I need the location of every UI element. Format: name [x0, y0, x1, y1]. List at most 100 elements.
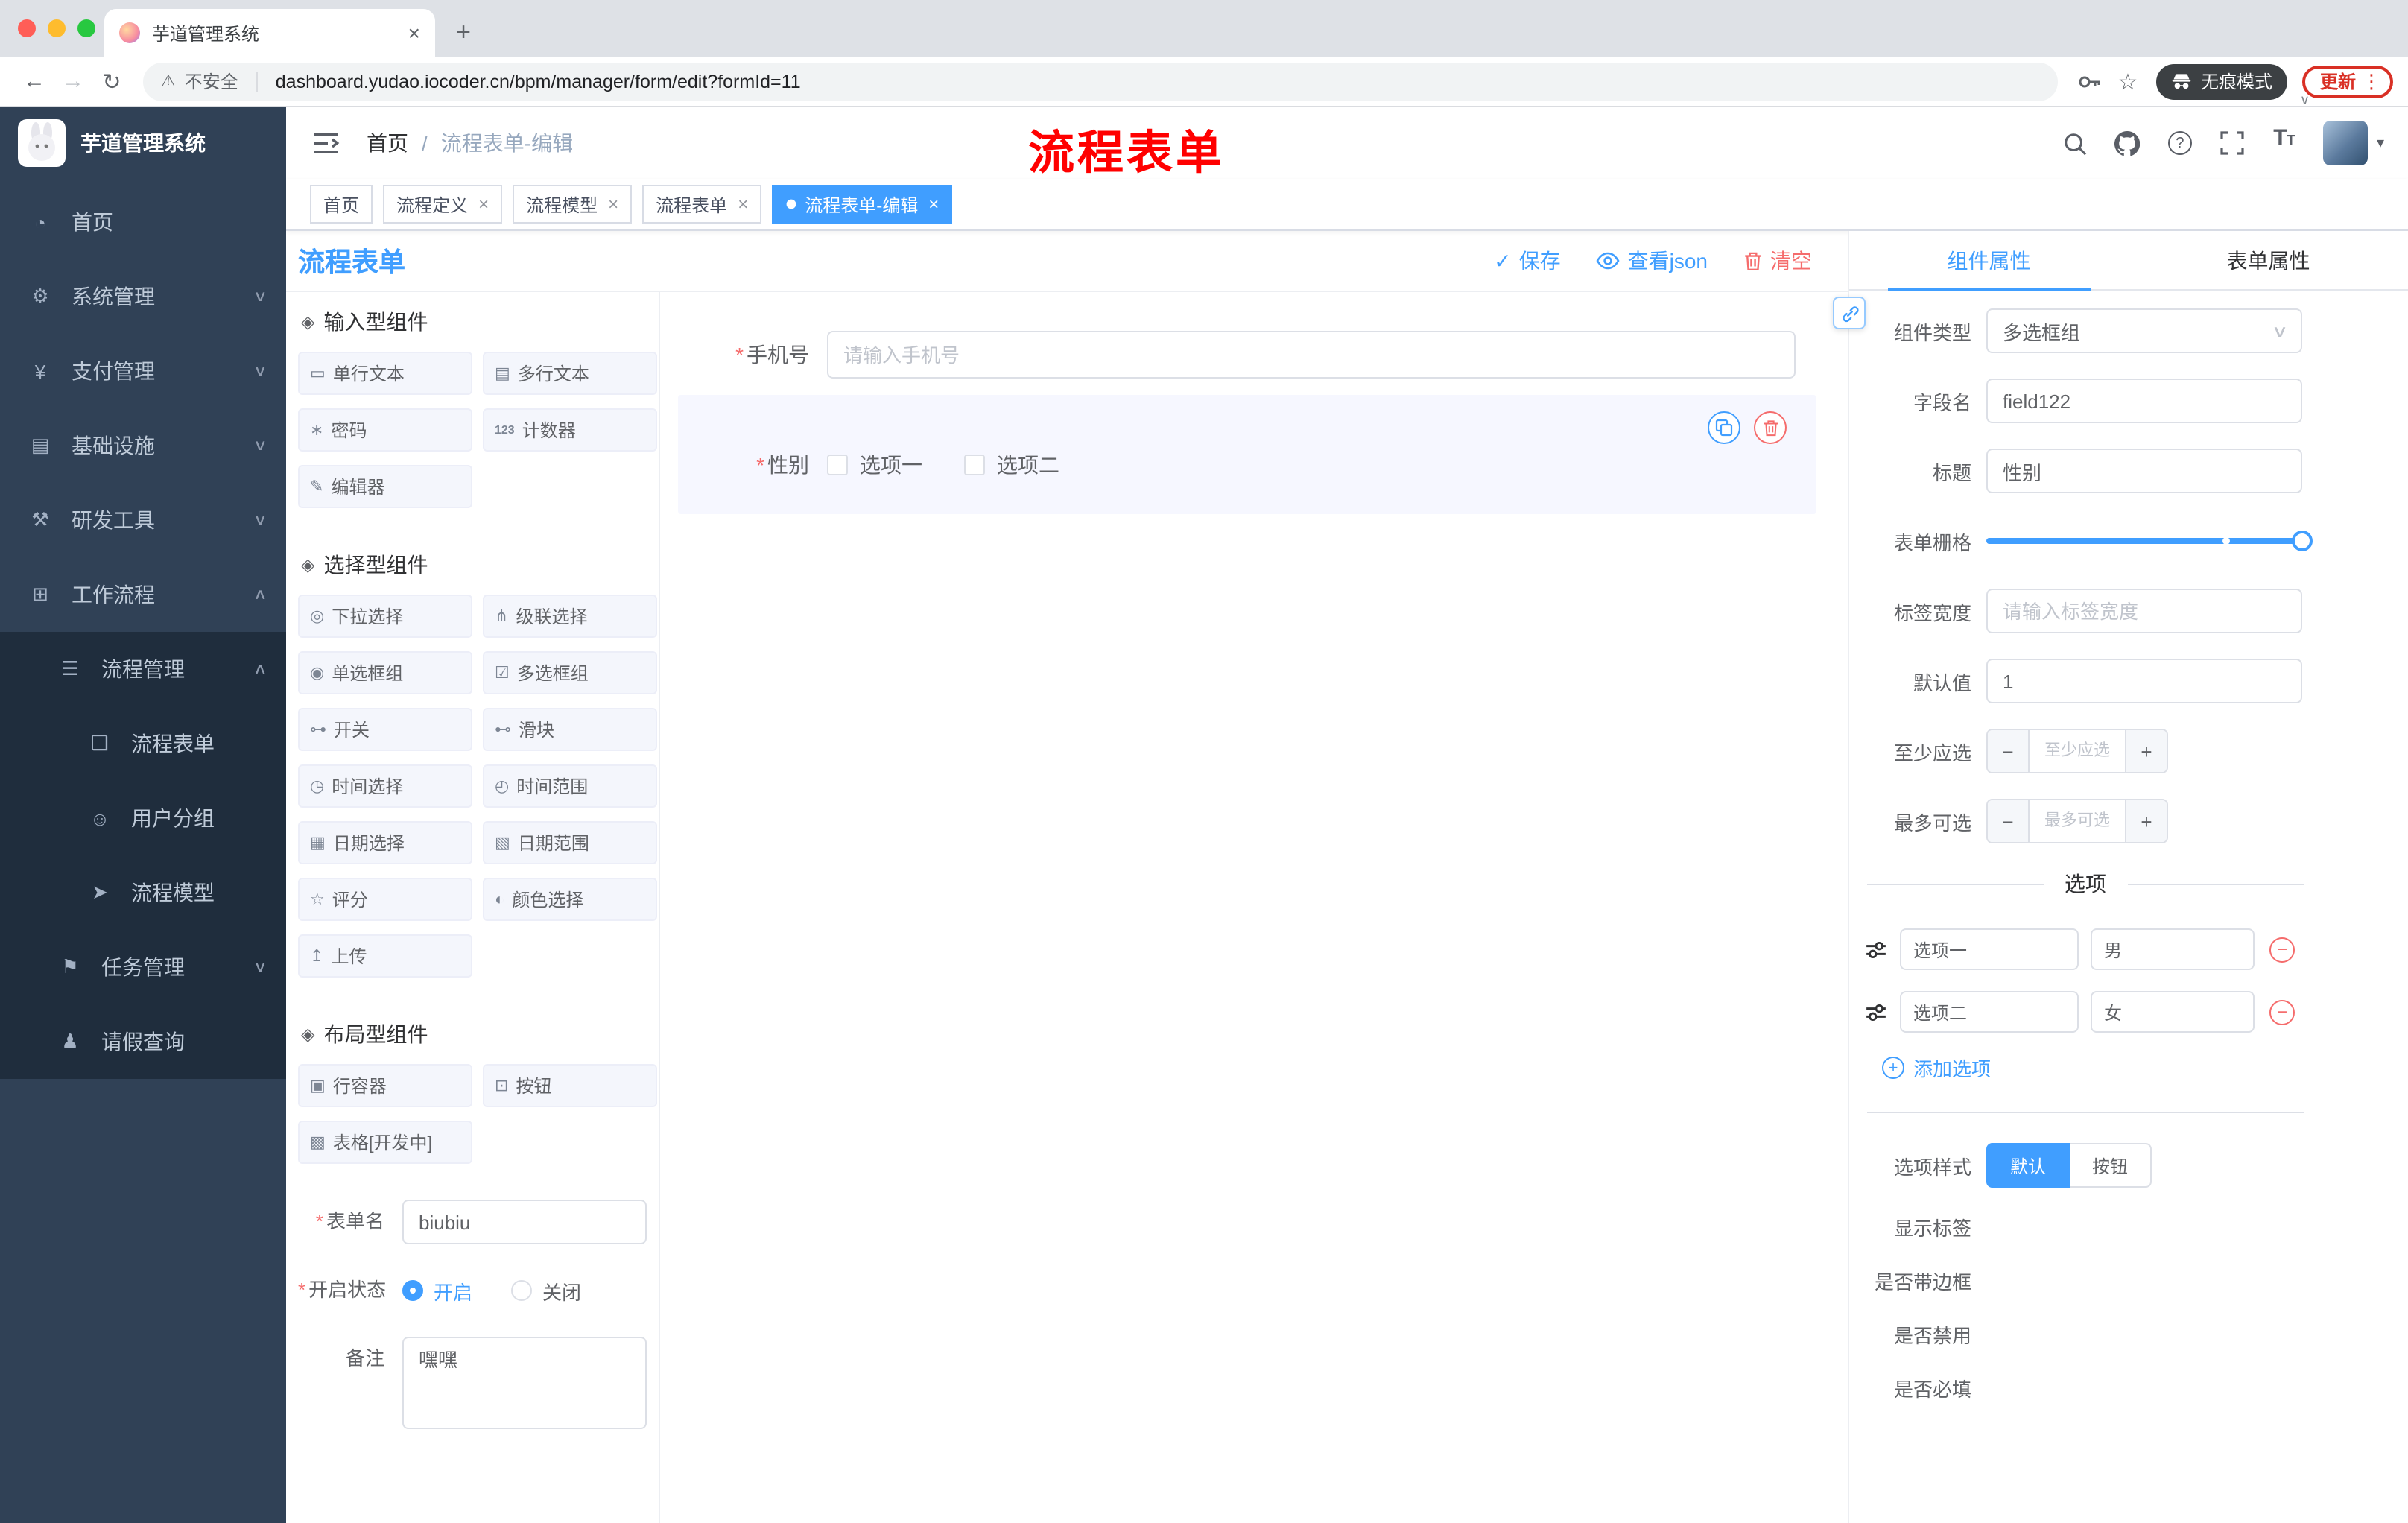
tag-close-icon[interactable]: ×	[478, 194, 489, 215]
sidebar-item-home[interactable]: ◔ 首页	[0, 185, 286, 259]
new-tab-button[interactable]: +	[444, 13, 483, 52]
palette-item-rich-editor[interactable]: ✎ 编辑器	[298, 465, 472, 508]
canvas-field-gender[interactable]: * 性别 选项一 选项二	[678, 450, 1816, 480]
help-icon[interactable]: ?	[2162, 125, 2198, 161]
clear-button[interactable]: 清空	[1743, 246, 1812, 276]
tag-home[interactable]: 首页	[310, 185, 373, 224]
tag-close-icon[interactable]: ×	[928, 194, 939, 215]
font-size-icon[interactable]: TT	[2266, 125, 2302, 161]
search-icon[interactable]	[2058, 125, 2094, 161]
tab-component-props[interactable]: 组件属性	[1849, 231, 2129, 291]
option-value-input[interactable]	[2091, 928, 2255, 970]
sidebar-item-payment[interactable]: ¥ 支付管理 ∨	[0, 334, 286, 408]
forward-button[interactable]: →	[54, 62, 92, 101]
bookmark-star-icon[interactable]: ☆	[2108, 68, 2147, 95]
label-width-input[interactable]	[1986, 589, 2302, 633]
password-key-icon[interactable]	[2070, 69, 2108, 93]
user-avatar[interactable]	[2322, 121, 2368, 165]
palette-item-checkbox-group[interactable]: ☑ 多选框组	[483, 651, 657, 694]
window-close-button[interactable]	[18, 19, 36, 37]
palette-item-password[interactable]: ∗ 密码	[298, 408, 472, 452]
view-json-button[interactable]: 查看json	[1597, 246, 1708, 276]
tag-process-model[interactable]: 流程模型 ×	[513, 185, 633, 224]
palette-item-button[interactable]: ⊡ 按钮	[483, 1064, 657, 1107]
browser-update-button[interactable]: 更新 ⋮	[2301, 65, 2393, 98]
palette-item-time-range[interactable]: ◴ 时间范围	[483, 764, 657, 808]
tag-process-form-edit[interactable]: 流程表单-编辑 ×	[772, 185, 953, 224]
stepper-increase-button[interactable]: +	[2125, 730, 2167, 772]
add-option-button[interactable]: + 添加选项	[1882, 1054, 2408, 1082]
field-name-input[interactable]	[1986, 379, 2302, 423]
stepper-decrease-button[interactable]: −	[1988, 730, 2030, 772]
palette-item-upload[interactable]: ↥ 上传	[298, 934, 472, 978]
breadcrumb-home[interactable]: 首页	[367, 128, 408, 158]
tag-close-icon[interactable]: ×	[608, 194, 618, 215]
grid-slider[interactable]	[1986, 519, 2313, 563]
stepper-increase-button[interactable]: +	[2125, 800, 2167, 842]
browser-tab[interactable]: 芋道管理系统 ×	[104, 9, 435, 57]
address-bar[interactable]: ⚠ 不安全 dashboard.yudao.iocoder.cn/bpm/man…	[143, 62, 2058, 101]
tag-process-form[interactable]: 流程表单 ×	[642, 185, 762, 224]
sidebar-item-process-mgmt[interactable]: ☰ 流程管理 ∧	[0, 632, 286, 706]
palette-item-switch[interactable]: ⊶ 开关	[298, 708, 472, 751]
selected-widget-gender[interactable]: * 性别 选项一 选项二	[678, 395, 1816, 514]
palette-item-cascader[interactable]: ⋔ 级联选择	[483, 595, 657, 638]
kebab-menu-icon[interactable]: ⋮	[2362, 69, 2381, 93]
sidebar-item-infrastructure[interactable]: ▤ 基础设施 ∨	[0, 408, 286, 483]
fullscreen-icon[interactable]	[2214, 125, 2250, 161]
sidebar-item-system[interactable]: ⚙ 系统管理 ∨	[0, 259, 286, 334]
style-button-button[interactable]: 按钮	[2070, 1143, 2152, 1188]
component-type-select[interactable]: 多选框组 ∨	[1986, 308, 2302, 353]
link-button[interactable]	[1833, 297, 1866, 329]
option-label-input[interactable]	[1900, 928, 2079, 970]
palette-item-select[interactable]: ◎ 下拉选择	[298, 595, 472, 638]
palette-item-table[interactable]: ▩ 表格[开发中]	[298, 1121, 472, 1164]
window-zoom-button[interactable]	[77, 19, 95, 37]
status-on-radio[interactable]: 开启	[402, 1276, 472, 1305]
palette-item-counter[interactable]: 123 计数器	[483, 408, 657, 452]
hamburger-icon[interactable]	[310, 127, 343, 159]
avatar-caret-icon[interactable]: ▾	[2377, 135, 2384, 151]
copy-widget-button[interactable]	[1708, 411, 1740, 444]
sidebar-item-task-mgmt[interactable]: ⚑ 任务管理 ∨	[0, 930, 286, 1004]
sidebar-item-user-group[interactable]: ☺ 用户分组	[0, 781, 286, 855]
palette-item-color-picker[interactable]: ◐ 颜色选择	[483, 878, 657, 921]
palette-item-time-picker[interactable]: ◷ 时间选择	[298, 764, 472, 808]
canvas-field-phone[interactable]: * 手机号	[678, 331, 1796, 379]
sidebar-item-process-form[interactable]: ❏ 流程表单	[0, 706, 286, 781]
github-icon[interactable]	[2110, 125, 2146, 161]
palette-item-row-container[interactable]: ▣ 行容器	[298, 1064, 472, 1107]
delete-widget-button[interactable]	[1754, 411, 1787, 444]
default-value-input[interactable]	[1986, 659, 2302, 703]
option-value-input[interactable]	[2091, 991, 2255, 1033]
sidebar-item-workflow[interactable]: ⊞ 工作流程 ∧	[0, 557, 286, 632]
remove-option-button[interactable]: −	[2269, 999, 2295, 1025]
window-minimize-button[interactable]	[48, 19, 66, 37]
status-off-radio[interactable]: 关闭	[511, 1276, 581, 1305]
form-remark-textarea[interactable]: 嘿嘿	[402, 1337, 647, 1429]
save-button[interactable]: ✓ 保存	[1494, 246, 1560, 276]
remove-option-button[interactable]: −	[2269, 937, 2295, 962]
stepper-decrease-button[interactable]: −	[1988, 800, 2030, 842]
drag-handle-icon[interactable]	[1864, 1001, 1888, 1023]
back-button[interactable]: ←	[15, 62, 54, 101]
style-default-button[interactable]: 默认	[1986, 1143, 2070, 1188]
sidebar-item-process-model[interactable]: ➤ 流程模型	[0, 855, 286, 930]
title-input[interactable]	[1986, 449, 2302, 493]
drag-handle-icon[interactable]	[1864, 938, 1888, 960]
max-select-input[interactable]	[2030, 800, 2125, 842]
sidebar-item-leave-query[interactable]: ♟ 请假查询	[0, 1004, 286, 1079]
form-canvas[interactable]: * 手机号 请输入手机号 * 性别 选项一 选项二	[660, 292, 1848, 1523]
tab-form-props[interactable]: 表单属性	[2129, 231, 2408, 289]
min-select-input[interactable]	[2030, 730, 2125, 772]
tab-close-icon[interactable]: ×	[408, 21, 420, 45]
option-label-input[interactable]	[1900, 991, 2079, 1033]
gender-option-2-checkbox[interactable]: 选项二	[964, 450, 1059, 480]
tag-process-definition[interactable]: 流程定义 ×	[383, 185, 503, 224]
sidebar-item-devtools[interactable]: ⚒ 研发工具 ∨	[0, 483, 286, 557]
palette-item-date-range[interactable]: ▧ 日期范围	[483, 821, 657, 864]
palette-item-single-line-text[interactable]: ▭ 单行文本	[298, 352, 472, 395]
palette-item-multi-line-text[interactable]: ▤ 多行文本	[483, 352, 657, 395]
slider-handle[interactable]	[2292, 531, 2313, 551]
palette-item-radio-group[interactable]: ◉ 单选框组	[298, 651, 472, 694]
